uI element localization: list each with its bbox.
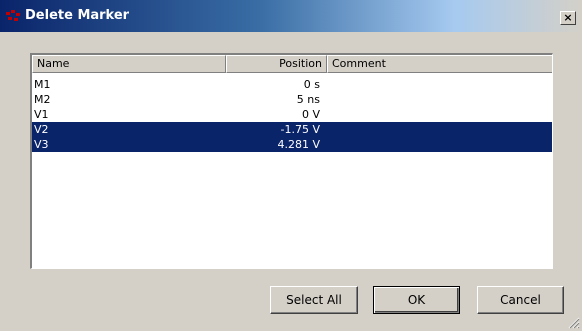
dialog-title: Delete Marker — [25, 8, 130, 23]
close-button[interactable]: × — [560, 11, 576, 25]
list-row[interactable]: M1 0 s — [32, 77, 552, 92]
marker-list[interactable]: Name Position Comment M1 0 s M2 5 ns V1 … — [30, 53, 553, 269]
row-position: 0 s — [303, 78, 320, 91]
list-header: Name Position Comment — [32, 55, 552, 73]
app-icon — [6, 10, 20, 21]
list-row[interactable]: V2 -1.75 V — [32, 122, 552, 137]
resize-grip-icon[interactable] — [566, 315, 580, 329]
row-position: 0 V — [301, 108, 320, 121]
row-name: V3 — [34, 138, 49, 151]
list-row[interactable]: M2 5 ns — [32, 92, 552, 107]
row-name: V2 — [34, 123, 49, 136]
delete-marker-dialog: Delete Marker × Name Position Comment M1… — [0, 0, 582, 331]
close-icon: × — [563, 11, 573, 24]
list-row[interactable]: V3 4.281 V — [32, 137, 552, 152]
row-comment — [332, 92, 548, 107]
row-position: -1.75 V — [280, 123, 320, 136]
row-comment — [332, 137, 548, 152]
row-comment — [332, 77, 548, 92]
select-all-button[interactable]: Select All — [270, 286, 358, 314]
column-header-comment[interactable]: Comment — [327, 55, 552, 73]
row-comment — [332, 107, 548, 122]
ok-button[interactable]: OK — [373, 286, 460, 314]
row-name: M2 — [34, 93, 51, 106]
row-position: 4.281 V — [277, 138, 320, 151]
row-comment — [332, 122, 548, 137]
column-header-name[interactable]: Name — [32, 55, 226, 73]
list-row[interactable]: V1 0 V — [32, 107, 552, 122]
row-name: M1 — [34, 78, 51, 91]
row-position: 5 ns — [296, 93, 320, 106]
title-bar[interactable]: Delete Marker × — [0, 0, 582, 32]
column-header-position[interactable]: Position — [226, 55, 327, 73]
row-name: V1 — [34, 108, 49, 121]
cancel-button[interactable]: Cancel — [477, 286, 564, 314]
